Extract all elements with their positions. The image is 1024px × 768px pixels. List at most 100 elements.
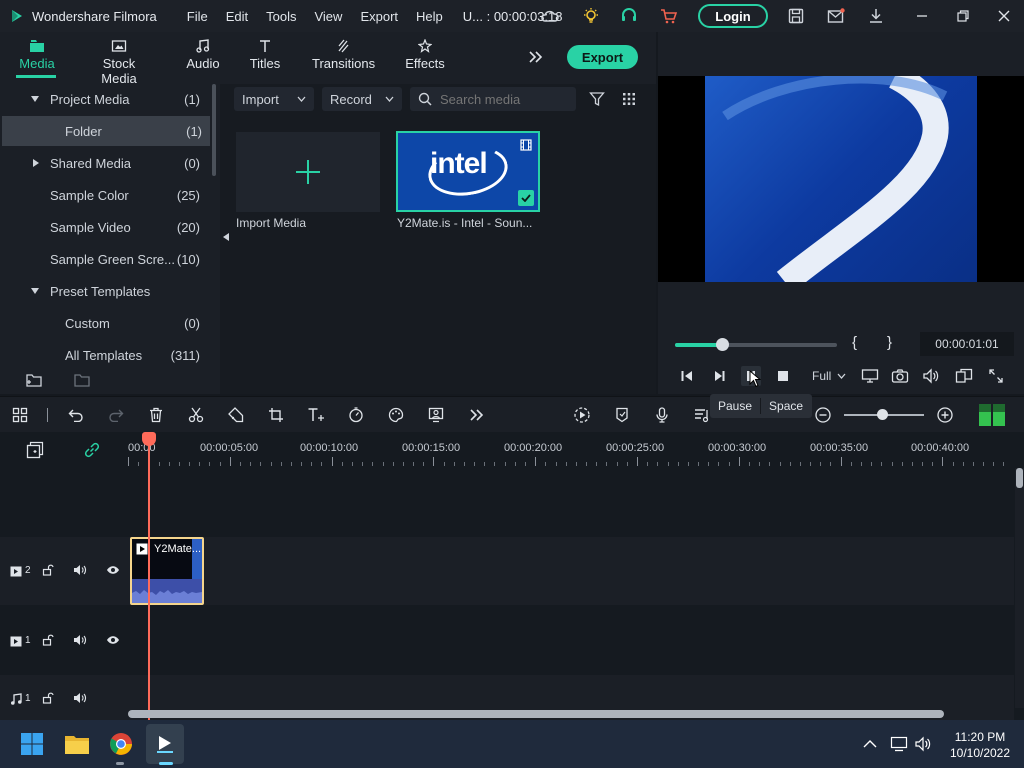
- zoom-slider-knob[interactable]: [877, 409, 888, 420]
- playhead-handle[interactable]: [142, 432, 156, 446]
- tree-item-sample-video[interactable]: Sample Video (20): [0, 212, 210, 242]
- mark-out-button[interactable]: }: [887, 334, 892, 351]
- menu-tools[interactable]: Tools: [266, 9, 296, 24]
- filmora-taskbar-icon[interactable]: [146, 724, 184, 764]
- zoom-in-icon[interactable]: [935, 405, 955, 425]
- vertical-scroll-thumb[interactable]: [1016, 468, 1023, 488]
- export-button[interactable]: Export: [567, 45, 638, 69]
- link-icon[interactable]: [83, 441, 101, 459]
- save-icon[interactable]: [786, 6, 806, 26]
- render-preview-icon[interactable]: [572, 405, 592, 425]
- speaker-icon[interactable]: [913, 734, 933, 754]
- menu-export[interactable]: Export: [360, 9, 398, 24]
- timeline-clip[interactable]: Y2Mate...: [130, 537, 204, 605]
- tab-titles[interactable]: Titles: [246, 36, 284, 71]
- tree-scrollbar[interactable]: [212, 84, 216, 176]
- more-tabs-icon[interactable]: [525, 47, 545, 67]
- tree-item-sample-color[interactable]: Sample Color (25): [0, 180, 210, 210]
- stop-icon[interactable]: [773, 366, 793, 386]
- previous-frame-icon[interactable]: [677, 366, 697, 386]
- eye-icon[interactable]: [106, 635, 120, 645]
- quality-dropdown[interactable]: Full: [812, 369, 846, 383]
- preview-progress-bar[interactable]: [675, 338, 837, 351]
- preview-progress-knob[interactable]: [715, 338, 729, 351]
- cart-icon[interactable]: [659, 6, 679, 26]
- eye-icon[interactable]: [106, 565, 120, 575]
- track-empty-area[interactable]: [128, 468, 1014, 536]
- volume-icon[interactable]: [73, 692, 87, 704]
- mark-in-button[interactable]: {: [852, 334, 857, 351]
- restore-icon[interactable]: [953, 6, 973, 26]
- track-video-1[interactable]: [128, 606, 1014, 674]
- chrome-icon[interactable]: [107, 730, 135, 758]
- display-settings-icon[interactable]: [860, 366, 880, 386]
- green-screen-icon[interactable]: [426, 405, 446, 425]
- delete-icon[interactable]: [146, 405, 166, 425]
- grid-view-icon[interactable]: [619, 89, 639, 109]
- minimize-icon[interactable]: [912, 6, 932, 26]
- record-dropdown[interactable]: Record: [322, 87, 402, 111]
- import-media-tile[interactable]: [236, 132, 380, 212]
- search-input[interactable]: [440, 91, 570, 107]
- tree-item-preset-templates[interactable]: Preset Templates: [0, 276, 210, 306]
- more-tools-icon[interactable]: [466, 405, 486, 425]
- preview-video[interactable]: [658, 76, 1024, 282]
- new-folder-icon[interactable]: [24, 370, 44, 390]
- menu-help[interactable]: Help: [416, 9, 443, 24]
- file-explorer-icon[interactable]: [63, 730, 91, 758]
- tab-audio[interactable]: Audio: [182, 36, 224, 71]
- volume-icon[interactable]: [73, 564, 87, 576]
- mail-icon[interactable]: [826, 6, 846, 26]
- tab-effects[interactable]: Effects: [404, 36, 446, 71]
- zoom-out-icon[interactable]: [813, 405, 833, 425]
- add-track-icon[interactable]: [26, 441, 44, 459]
- tree-item-custom[interactable]: Custom (0): [0, 308, 210, 338]
- import-dropdown[interactable]: Import: [234, 87, 314, 111]
- menu-file[interactable]: File: [187, 9, 208, 24]
- unlock-icon[interactable]: [42, 564, 54, 576]
- track-video-2[interactable]: [128, 537, 1014, 605]
- close-icon[interactable]: [994, 6, 1014, 26]
- audio-meter-icon[interactable]: [976, 402, 1008, 428]
- timeline-vertical-scrollbar[interactable]: [1015, 468, 1024, 708]
- audio-mixer-icon[interactable]: [692, 405, 712, 425]
- add-text-icon[interactable]: [306, 405, 326, 425]
- tree-item-project-media[interactable]: Project Media (1): [0, 84, 210, 114]
- speed-icon[interactable]: [346, 405, 366, 425]
- undo-icon[interactable]: [66, 405, 86, 425]
- tree-item-folder[interactable]: Folder (1): [2, 116, 210, 146]
- unlock-icon[interactable]: [42, 634, 54, 646]
- menu-edit[interactable]: Edit: [226, 9, 248, 24]
- tag-icon[interactable]: [226, 405, 246, 425]
- tab-stock-media[interactable]: Stock Media: [84, 36, 154, 86]
- headset-icon[interactable]: [619, 6, 639, 26]
- redo-icon[interactable]: [106, 405, 126, 425]
- playhead-line[interactable]: [148, 440, 150, 720]
- volume-icon[interactable]: [921, 366, 941, 386]
- tab-media[interactable]: Media: [14, 36, 60, 71]
- tree-item-shared-media[interactable]: Shared Media (0): [0, 148, 210, 178]
- chevron-up-icon[interactable]: [860, 734, 880, 754]
- scissors-icon[interactable]: [186, 405, 206, 425]
- pip-icon[interactable]: [954, 366, 974, 386]
- color-palette-icon[interactable]: [386, 405, 406, 425]
- timeline-horizontal-scrollbar[interactable]: [128, 710, 944, 718]
- unlock-icon[interactable]: [42, 692, 54, 704]
- menu-view[interactable]: View: [314, 9, 342, 24]
- snapshot-icon[interactable]: [890, 366, 910, 386]
- bulb-icon[interactable]: [581, 6, 601, 26]
- login-button[interactable]: Login: [698, 4, 768, 28]
- download-icon[interactable]: [866, 6, 886, 26]
- play-icon[interactable]: [709, 366, 729, 386]
- crop-icon[interactable]: [266, 405, 286, 425]
- tree-item-sample-green-screen[interactable]: Sample Green Scre... (10): [0, 244, 210, 274]
- media-clip-thumbnail[interactable]: intel: [396, 131, 540, 212]
- folder-icon[interactable]: [72, 370, 92, 390]
- filter-icon[interactable]: [587, 89, 607, 109]
- microphone-icon[interactable]: [652, 405, 672, 425]
- collapse-panel-icon[interactable]: [222, 232, 230, 242]
- tab-transitions[interactable]: Transitions: [312, 36, 375, 71]
- volume-icon[interactable]: [73, 634, 87, 646]
- layout-grid-icon[interactable]: [10, 405, 30, 425]
- network-icon[interactable]: [889, 734, 909, 754]
